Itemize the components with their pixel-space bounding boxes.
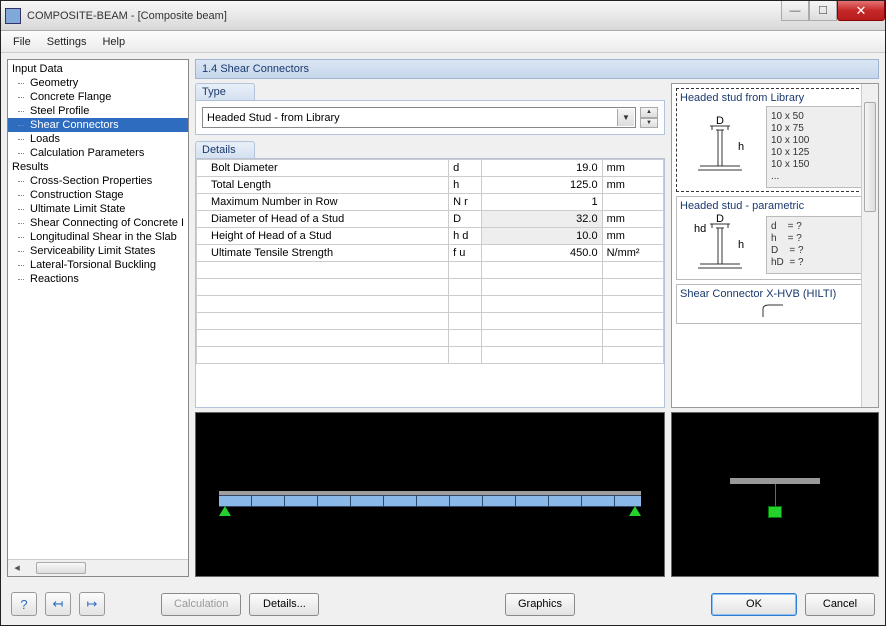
tree-item[interactable]: Concrete Flange (8, 90, 188, 104)
type-combo[interactable]: Headed Stud - from Library ▼ (202, 107, 636, 128)
menu-help[interactable]: Help (94, 34, 133, 50)
tree-root-results[interactable]: Results (8, 160, 188, 174)
svg-text:h: h (738, 141, 744, 153)
type-group: Type Headed Stud - from Library ▼ ▲▼ (195, 83, 665, 135)
cancel-button[interactable]: Cancel (805, 593, 875, 616)
window-title: COMPOSITE-BEAM - [Composite beam] (27, 10, 227, 22)
library-param-list: d = ? h = ? D = ? hD = ? (766, 216, 870, 274)
footer-bar: ? ↤ ↦ Calculation Details... Graphics OK… (1, 583, 885, 625)
tree-item[interactable]: Loads (8, 132, 188, 146)
tree-item[interactable]: Construction Stage (8, 188, 188, 202)
library-size-list: 10 x 50 10 x 75 10 x 100 10 x 125 10 x 1… (766, 106, 870, 188)
details-table: Bolt Diameterd19.0mmTotal Lengthh125.0mm… (196, 159, 664, 364)
table-row[interactable]: Ultimate Tensile Strengthf u450.0N/mm² (197, 245, 664, 262)
table-row-empty (197, 262, 664, 279)
tree-item[interactable]: Shear Connecting of Concrete I (8, 216, 188, 230)
chevron-down-icon[interactable]: ▼ (617, 109, 634, 126)
main-pane: 1.4 Shear Connectors Type Headed Stud - … (195, 59, 879, 577)
tree-item[interactable]: Lateral-Torsional Buckling (8, 258, 188, 272)
library-item[interactable]: Shear Connector X-HVB (HILTI) (676, 284, 874, 324)
table-row[interactable]: Height of Head of a Studh d10.0mm (197, 228, 664, 245)
table-row-empty (197, 313, 664, 330)
navigation-tree: Input Data Geometry Concrete Flange Stee… (7, 59, 189, 577)
menu-settings[interactable]: Settings (39, 34, 95, 50)
table-row-empty (197, 279, 664, 296)
svg-text:D: D (716, 214, 724, 225)
tree-item[interactable]: Serviceability Limit States (8, 244, 188, 258)
ok-button[interactable]: OK (711, 593, 797, 616)
tree-item-selected[interactable]: Shear Connectors (8, 118, 188, 132)
content-area: Input Data Geometry Concrete Flange Stee… (1, 53, 885, 583)
table-row-empty (197, 330, 664, 347)
table-row[interactable]: Diameter of Head of a StudD32.0mm (197, 211, 664, 228)
help-icon-button[interactable]: ? (11, 592, 37, 616)
stud-diagram-icon: D h (680, 116, 760, 178)
title-bar[interactable]: COMPOSITE-BEAM - [Composite beam] — ☐ ✕ (1, 1, 885, 31)
table-row[interactable]: Total Lengthh125.0mm (197, 177, 664, 194)
library-item[interactable]: Headed stud - parametric D hd (676, 196, 874, 280)
minimize-button[interactable]: — (781, 1, 809, 21)
preview-row (195, 412, 879, 577)
library-vscrollbar[interactable] (861, 84, 878, 407)
details-group: Details Bolt Diameterd19.0mmTotal Length… (195, 141, 665, 408)
table-row[interactable]: Maximum Number in RowN r1 (197, 194, 664, 211)
tree-item[interactable]: Reactions (8, 272, 188, 286)
details-button[interactable]: Details... (249, 593, 319, 616)
library-panel: Headed stud from Library D h (671, 83, 879, 408)
details-label: Details (195, 141, 255, 158)
tree-item[interactable]: Longitudinal Shear in the Slab (8, 230, 188, 244)
prev-icon-button[interactable]: ↤ (45, 592, 71, 616)
table-row[interactable]: Bolt Diameterd19.0mm (197, 160, 664, 177)
app-icon (5, 8, 21, 24)
close-button[interactable]: ✕ (837, 1, 885, 21)
tree-item[interactable]: Calculation Parameters (8, 146, 188, 160)
maximize-button[interactable]: ☐ (809, 1, 837, 21)
app-window: COMPOSITE-BEAM - [Composite beam] — ☐ ✕ … (0, 0, 886, 626)
table-row-empty (197, 347, 664, 364)
tree-item[interactable]: Steel Profile (8, 104, 188, 118)
calculation-button[interactable]: Calculation (161, 593, 241, 616)
beam-preview[interactable] (195, 412, 665, 577)
type-label: Type (195, 83, 255, 100)
tree-item[interactable]: Ultimate Limit State (8, 202, 188, 216)
next-icon-button[interactable]: ↦ (79, 592, 105, 616)
section-header: 1.4 Shear Connectors (195, 59, 879, 79)
svg-text:hd: hd (694, 223, 706, 235)
svg-text:h: h (738, 239, 744, 251)
menu-bar: File Settings Help (1, 31, 885, 53)
tree-hscrollbar[interactable]: ◂ (8, 559, 188, 576)
graphics-button[interactable]: Graphics (505, 593, 575, 616)
type-combo-value: Headed Stud - from Library (207, 112, 340, 124)
svg-text:D: D (716, 116, 724, 127)
connector-preview[interactable] (671, 412, 879, 577)
tree-item[interactable]: Cross-Section Properties (8, 174, 188, 188)
stud-diagram-icon: D hd h (680, 214, 760, 276)
table-row-empty (197, 296, 664, 313)
menu-file[interactable]: File (5, 34, 39, 50)
tree-item[interactable]: Geometry (8, 76, 188, 90)
library-item-selected[interactable]: Headed stud from Library D h (676, 88, 874, 192)
type-spinner[interactable]: ▲▼ (640, 107, 658, 128)
tree-root-input[interactable]: Input Data (8, 62, 188, 76)
